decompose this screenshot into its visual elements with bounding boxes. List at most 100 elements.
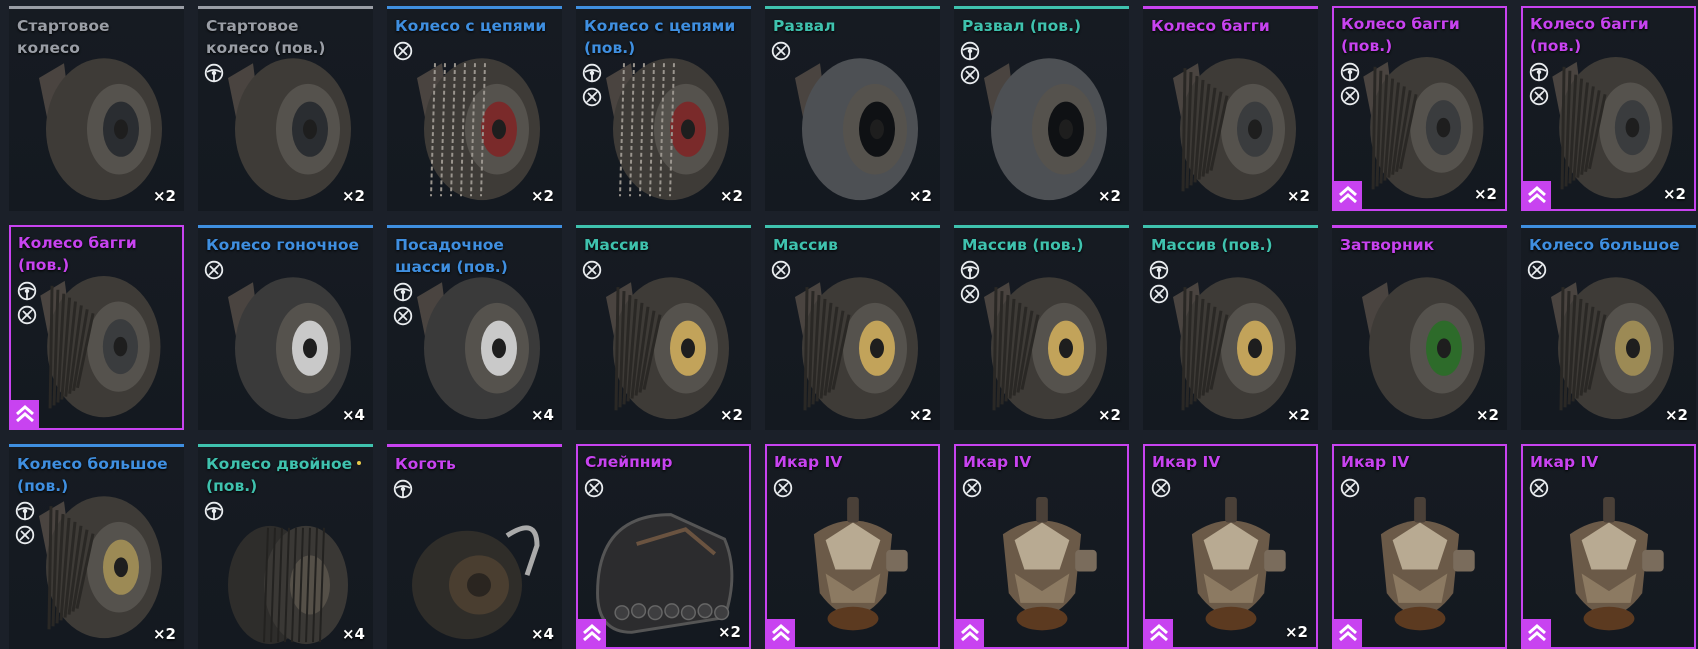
part-title: Колесо с цепями <box>395 17 547 35</box>
part-title: Массив <box>773 236 838 254</box>
part-count: ×4 <box>341 406 365 424</box>
part-title: Колесо двойное (пов.) <box>206 455 353 495</box>
part-card[interactable]: Колесо багги ×2 <box>1143 6 1318 211</box>
part-property-icons <box>584 478 604 498</box>
part-property-icons <box>960 260 980 304</box>
part-card[interactable]: Стартовое колесо ×2 <box>9 6 184 211</box>
part-card[interactable]: Развал (пов.) ×2 <box>954 6 1129 211</box>
part-property-icons <box>771 260 791 280</box>
part-card[interactable]: Стартовое колесо (пов.) ×2 <box>198 6 373 211</box>
part-title: Стартовое колесо <box>17 17 110 57</box>
no-steering-icon <box>15 525 35 545</box>
part-title: Колесо багги <box>1151 17 1270 35</box>
rank-badge <box>1334 619 1362 647</box>
part-count: ×2 <box>341 187 365 205</box>
part-property-icons <box>393 479 413 499</box>
part-card[interactable]: Колесо с цепями ×2 <box>387 6 562 211</box>
new-item-dot <box>357 461 361 465</box>
track-image <box>596 513 734 634</box>
part-card[interactable]: Посадочное шасси (пов.) ×4 <box>387 225 562 430</box>
rank-chevron-icon <box>772 624 790 642</box>
wheel-massive-image <box>606 277 729 420</box>
part-card[interactable]: Колесо багги (пов.) ×2 <box>1521 6 1696 211</box>
rank-chevron-icon <box>1339 186 1357 204</box>
part-card[interactable]: Колесо большое ×2 <box>1521 225 1696 430</box>
wheel-buggy-image <box>1173 58 1296 201</box>
rank-chevron-icon <box>1528 186 1546 204</box>
part-property-icons <box>1340 62 1360 106</box>
part-property-icons <box>1149 260 1169 304</box>
part-card[interactable]: Икар IV <box>765 444 940 649</box>
part-card[interactable]: Массив (пов.) ×2 <box>1143 225 1318 430</box>
part-count: ×2 <box>908 187 932 205</box>
part-property-icons <box>1529 478 1549 498</box>
part-title: Развал <box>773 17 836 35</box>
rank-chevron-icon <box>1528 624 1546 642</box>
wheel-massive-image <box>1173 277 1296 420</box>
wheel-hermit-image <box>1362 277 1485 420</box>
rank-badge <box>1523 181 1551 209</box>
part-count: ×2 <box>1473 185 1497 203</box>
no-steering-icon <box>960 284 980 304</box>
steering-icon <box>960 260 980 280</box>
part-title: Коготь <box>395 455 456 473</box>
part-card[interactable]: Колесо двойное (пов.) ×4 <box>198 444 373 649</box>
part-count: ×2 <box>719 187 743 205</box>
wheel-race-image <box>228 277 351 420</box>
part-count: ×2 <box>1475 406 1499 424</box>
part-card[interactable]: Затворник ×2 <box>1332 225 1507 430</box>
part-title: Развал (пов.) <box>962 17 1082 35</box>
rank-badge <box>1145 619 1173 647</box>
no-steering-icon <box>582 260 602 280</box>
parts-grid: Стартовое колесо ×2 Стартовое колесо (пов.… <box>9 6 1696 649</box>
part-title: Колесо гоночное <box>206 236 360 254</box>
part-title: Посадочное шасси (пов.) <box>395 236 508 276</box>
rank-chevron-icon <box>16 405 34 423</box>
part-card[interactable]: Колесо багги (пов.) <box>9 225 184 430</box>
wheel-chains-image <box>417 58 540 201</box>
part-card[interactable]: Массив (пов.) ×2 <box>954 225 1129 430</box>
rank-badge <box>578 619 606 647</box>
part-property-icons <box>1527 260 1547 280</box>
part-card[interactable]: Колесо гоночное ×4 <box>198 225 373 430</box>
wheel-massive-image <box>795 277 918 420</box>
rank-badge <box>1334 181 1362 209</box>
rank-badge <box>1523 619 1551 647</box>
part-card[interactable]: Икар IV <box>1521 444 1696 649</box>
part-card[interactable]: Икар IV <box>1332 444 1507 649</box>
part-card[interactable]: Массив ×2 <box>576 225 751 430</box>
steering-icon <box>393 479 413 499</box>
no-steering-icon <box>1340 478 1360 498</box>
no-steering-icon <box>584 478 604 498</box>
part-property-icons <box>204 260 224 280</box>
part-card[interactable]: Массив ×2 <box>765 225 940 430</box>
no-steering-icon <box>962 478 982 498</box>
part-card[interactable]: Коготь ×4 <box>387 444 562 649</box>
no-steering-icon <box>1527 260 1547 280</box>
steering-icon <box>17 281 37 301</box>
part-card[interactable]: Колесо с цепями (пов.) ×2 <box>576 6 751 211</box>
part-property-icons <box>204 501 224 521</box>
part-card[interactable]: Развал ×2 <box>765 6 940 211</box>
part-title: Массив (пов.) <box>962 236 1084 254</box>
part-card[interactable]: Слейпнир ×2 <box>576 444 751 649</box>
no-steering-icon <box>393 41 413 61</box>
part-title: Колесо большое <box>1529 236 1680 254</box>
part-card[interactable]: Икар IV <box>954 444 1129 649</box>
part-card[interactable]: Колесо большое (пов.) ×2 <box>9 444 184 649</box>
part-property-icons <box>582 63 602 107</box>
part-property-icons <box>17 281 37 325</box>
part-title: Колесо багги (пов.) <box>1341 15 1460 55</box>
part-title: Икар IV <box>1152 453 1221 471</box>
part-title: Колесо багги (пов.) <box>18 234 137 274</box>
rank-chevron-icon <box>1150 624 1168 642</box>
steering-icon <box>15 501 35 521</box>
part-card[interactable]: Икар IV ×2 <box>1143 444 1318 649</box>
part-title: Икар IV <box>1341 453 1410 471</box>
hover-image <box>1380 496 1475 631</box>
no-steering-icon <box>1529 86 1549 106</box>
steering-icon <box>393 282 413 302</box>
no-steering-icon <box>771 260 791 280</box>
part-property-icons <box>1340 478 1360 498</box>
part-card[interactable]: Колесо багги (пов.) ×2 <box>1332 6 1507 211</box>
